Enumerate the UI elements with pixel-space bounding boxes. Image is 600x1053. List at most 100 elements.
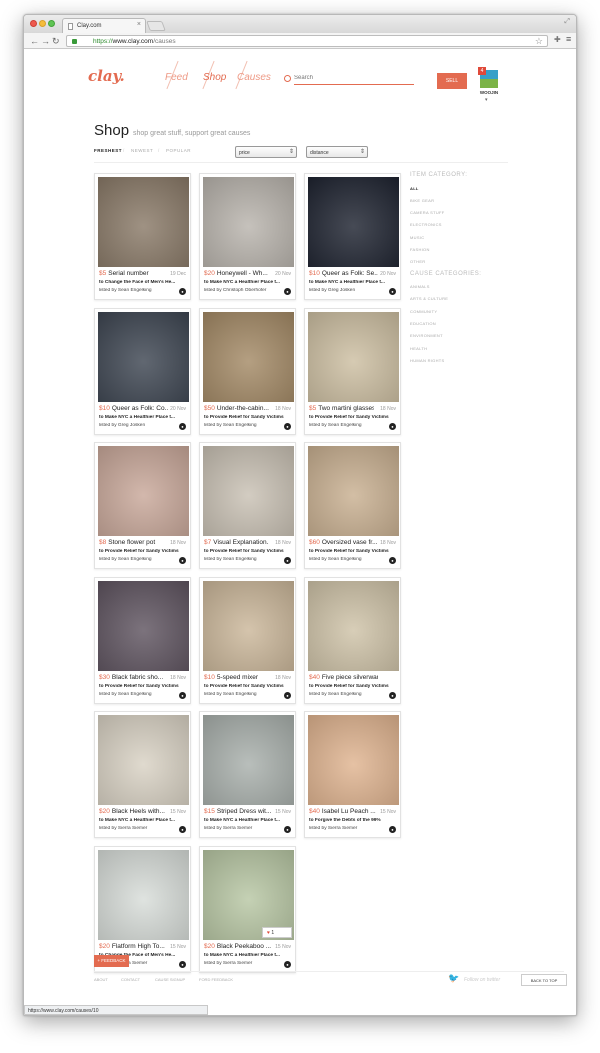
listing-image[interactable]: [308, 446, 399, 536]
listing-card[interactable]: $10 5-speed mixer 18 Nov to Provide Relief …: [199, 576, 296, 704]
listing-cause[interactable]: to Make NYC a Healthier Place t...: [204, 818, 293, 823]
listing-image[interactable]: [98, 715, 189, 805]
listing-lister[interactable]: listed by Sean Engelking: [204, 423, 280, 428]
feedback-button[interactable]: + FEEDBACK: [94, 955, 129, 967]
cause-environment[interactable]: ENVIRONMENT: [410, 333, 443, 338]
listing-title[interactable]: 5-speed mixer: [217, 674, 273, 681]
listing-title[interactable]: Queer as Folk: Co...: [112, 405, 168, 412]
category-other[interactable]: OTHER: [410, 259, 426, 264]
listing-title[interactable]: Flatform High To...: [112, 943, 168, 950]
cause-badge-icon[interactable]: ●: [284, 960, 291, 968]
footer-link-about[interactable]: ABOUT: [94, 977, 108, 982]
listing-cause[interactable]: to Provide Relief for Sandy Victims: [99, 549, 188, 554]
fullscreen-icon[interactable]: ⤢: [564, 18, 570, 26]
listing-image[interactable]: [203, 446, 294, 536]
listing-image[interactable]: [203, 311, 294, 402]
listing-cause[interactable]: to Make NYC a Healthier Place t...: [204, 953, 293, 958]
listing-title[interactable]: Queer as Folk: Se...: [322, 270, 378, 277]
category-camera-stuff[interactable]: CAMERA STUFF: [410, 210, 445, 215]
listing-lister[interactable]: listed by Sean Engelking: [99, 557, 175, 562]
listing-cause[interactable]: to Make NYC a Healthier Place t...: [204, 280, 293, 285]
tab-close-icon[interactable]: ×: [137, 21, 141, 28]
listing-card[interactable]: $20 Flatform High To... 15 Nov to Change th…: [94, 845, 191, 973]
listing-lister[interactable]: listed by Sean Engelking: [309, 692, 385, 697]
listing-cause[interactable]: to Provide Relief for Sandy Victims: [309, 684, 398, 689]
listing-lister[interactable]: listed by Sean Engelking: [309, 423, 385, 428]
listing-cause[interactable]: to Provide Relief for Sandy Victims: [99, 684, 188, 689]
bookmark-star-icon[interactable]: ☆: [535, 36, 543, 47]
category-electronics[interactable]: ELECTRONICS: [410, 222, 442, 227]
cause-badge-icon[interactable]: ●: [284, 691, 291, 699]
listing-cause[interactable]: to Make NYC a Healthier Place t...: [99, 818, 188, 823]
sort-newest[interactable]: NEWEST: [131, 148, 153, 153]
listing-lister[interactable]: listed by Sierra Siemer: [309, 826, 385, 831]
cause-arts-culture[interactable]: ARTS & CULTURE: [410, 296, 448, 301]
listing-card[interactable]: $8 Stone flower pot 18 Nov to Provide Relie…: [94, 442, 191, 569]
listing-cause[interactable]: to Provide Relief for Sandy Victims: [204, 684, 293, 689]
listing-lister[interactable]: listed by Sean Engelking: [309, 557, 385, 562]
footer-link-cause-signup[interactable]: CAUSE SIGNUP: [155, 977, 185, 982]
listing-image[interactable]: [203, 715, 294, 805]
listing-cause[interactable]: to Forgive the Debts of the 99%: [309, 818, 398, 823]
listing-card[interactable]: $5 Two martini glasses 18 Nov to Provide Re…: [304, 307, 401, 435]
listing-card[interactable]: $5 Serial number 19 Dec to Change the Face …: [94, 173, 191, 300]
category-fashion[interactable]: FASHION: [410, 247, 430, 252]
listing-lister[interactable]: listed by Sean Engelking: [204, 692, 280, 697]
nav-feed[interactable]: Feed: [165, 72, 188, 83]
sell-button[interactable]: SELL: [437, 73, 467, 89]
listing-title[interactable]: Under-the-cabin...: [217, 405, 273, 412]
cause-community[interactable]: COMMUNITY: [410, 309, 437, 314]
address-bar[interactable]: https://www.clay.com/causes ☆: [66, 35, 548, 47]
listing-title[interactable]: Oversized vase fr...: [322, 539, 378, 546]
listing-lister[interactable]: listed by Sierra Siemer: [99, 826, 175, 831]
listing-title[interactable]: Serial number: [108, 270, 164, 277]
listing-cause[interactable]: to Provide Relief for Sandy Victims: [309, 415, 398, 420]
reload-icon[interactable]: ↻: [52, 35, 60, 47]
listing-cause[interactable]: to Provide Relief for Sandy Victims: [309, 549, 398, 554]
listing-cause[interactable]: to Make NYC a Healthier Place t...: [99, 415, 188, 420]
menu-icon[interactable]: ≡: [566, 34, 571, 44]
listing-image[interactable]: [98, 311, 189, 402]
listing-image[interactable]: [98, 849, 189, 940]
listing-title[interactable]: Striped Dress wit...: [217, 808, 273, 815]
listing-card[interactable]: $40 Isabel Lu Peach ... 15 Nov to Forgive t…: [304, 711, 401, 838]
listing-card[interactable]: $20 Black Peekaboo ... 15 Nov to Make NYC a…: [199, 845, 296, 973]
listing-cause[interactable]: to Change the Face of Men's He...: [99, 280, 188, 285]
sort-freshest[interactable]: FRESHEST: [94, 148, 122, 153]
listing-image[interactable]: [308, 580, 399, 671]
listing-lister[interactable]: listed by Sierra Siemer: [204, 961, 280, 966]
price-select[interactable]: price ⇕: [235, 146, 297, 158]
listing-lister[interactable]: listed by Christoph Oberhofer: [204, 288, 280, 293]
listing-image[interactable]: [308, 177, 399, 267]
cause-animals[interactable]: ANIMALS: [410, 284, 430, 289]
listing-lister[interactable]: listed by Greg Josken: [99, 423, 175, 428]
cause-health[interactable]: HEALTH: [410, 346, 427, 351]
listing-image[interactable]: [98, 446, 189, 536]
listing-title[interactable]: Black fabric sho...: [112, 674, 168, 681]
twitter-link[interactable]: Follow on twitter: [464, 977, 500, 983]
cause-badge-icon[interactable]: ●: [389, 288, 396, 295]
nav-causes[interactable]: Causes: [237, 72, 271, 83]
cause-badge-icon[interactable]: ●: [284, 422, 291, 430]
listing-card[interactable]: $20 Honeywell - Wh... 20 Nov to Make NYC a …: [199, 173, 296, 300]
listing-lister[interactable]: listed by Greg Josken: [309, 288, 385, 293]
cause-human-rights[interactable]: HUMAN RIGHTS: [410, 358, 445, 363]
listing-title[interactable]: Two martini glasses: [318, 405, 374, 412]
cause-badge-icon[interactable]: ●: [389, 826, 396, 833]
listing-lister[interactable]: listed by Sean Engelking: [99, 692, 175, 697]
cause-badge-icon[interactable]: ●: [179, 422, 186, 430]
twitter-bird-icon[interactable]: 🐦: [448, 973, 459, 984]
zoom-window-icon[interactable]: [48, 20, 55, 27]
listing-cause[interactable]: to Make NYC a Healthier Place t...: [309, 280, 398, 285]
forward-icon[interactable]: →: [41, 35, 50, 47]
footer-link-contact[interactable]: CONTACT: [121, 977, 140, 982]
cause-badge-icon[interactable]: ●: [284, 826, 291, 833]
category-music[interactable]: MUSIC: [410, 235, 424, 240]
cause-badge-icon[interactable]: ●: [284, 557, 291, 564]
cause-badge-icon[interactable]: ●: [179, 826, 186, 833]
listing-lister[interactable]: listed by Sierra Siemer: [204, 826, 280, 831]
listing-card[interactable]: $10 Queer as Folk: Co... 20 Nov to Make NYC…: [94, 307, 191, 435]
cause-badge-icon[interactable]: ●: [389, 557, 396, 564]
listing-lister[interactable]: listed by Sean Engelking: [99, 288, 175, 293]
listing-title[interactable]: Black Heels with...: [112, 808, 168, 815]
